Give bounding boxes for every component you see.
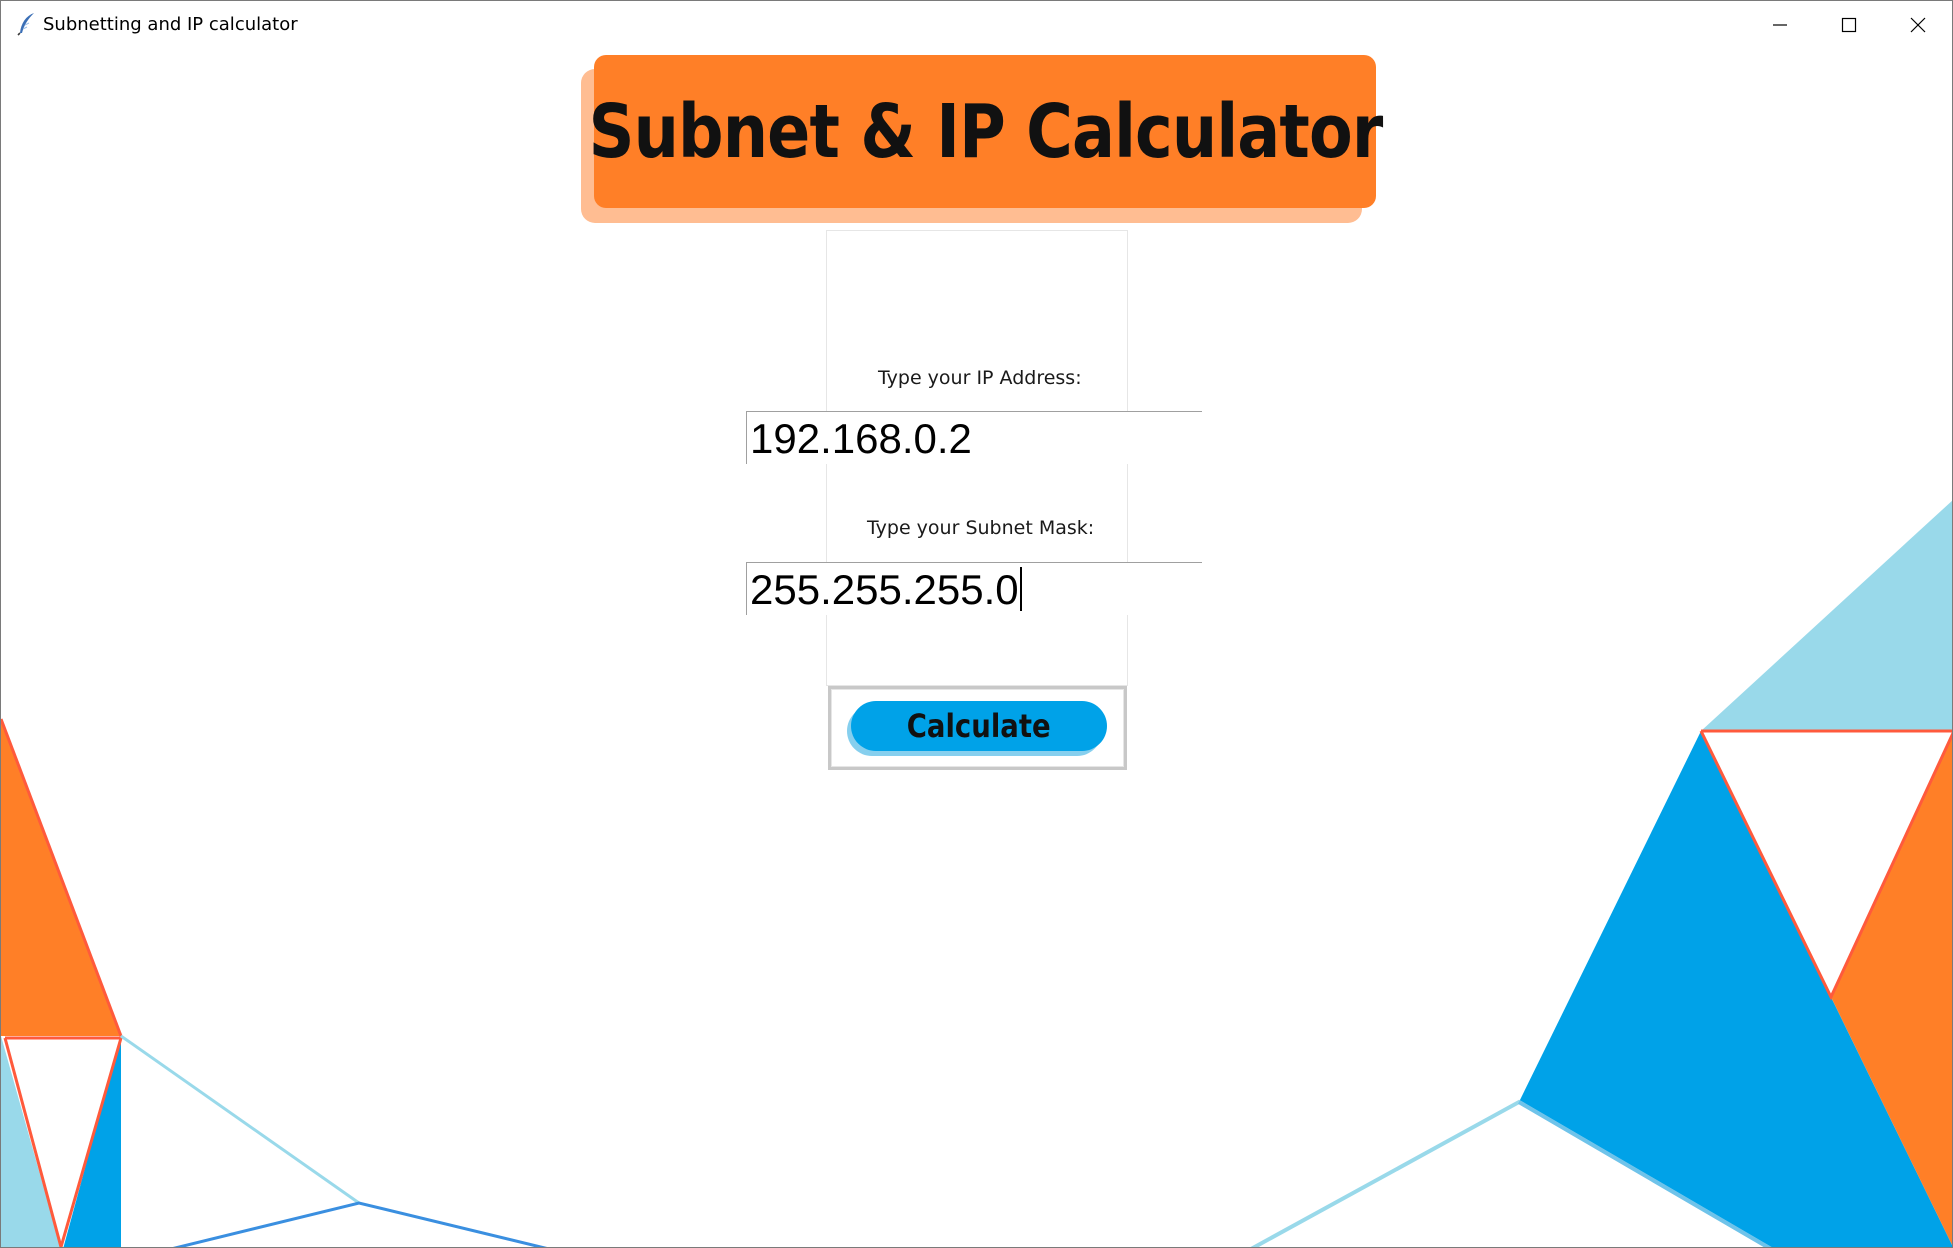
- maximize-button[interactable]: [1814, 1, 1883, 48]
- maximize-icon: [1841, 17, 1856, 32]
- calculate-button[interactable]: Calculate: [851, 701, 1107, 751]
- close-button[interactable]: [1883, 1, 1952, 48]
- title-bar: Subnetting and IP calculator: [1, 1, 1952, 48]
- window-title: Subnetting and IP calculator: [43, 14, 298, 35]
- text-caret: [1019, 567, 1022, 611]
- app-window: Subnetting and IP calculator Subnet & IP…: [0, 0, 1953, 1248]
- ip-address-value: 192.168.0.2: [750, 415, 972, 462]
- minimize-icon: [1772, 23, 1787, 26]
- subnet-mask-label: Type your Subnet Mask:: [867, 517, 1095, 539]
- bg-left-blue-line: [172, 1201, 548, 1247]
- ip-address-input[interactable]: 192.168.0.2: [746, 411, 1202, 464]
- banner-title: Subnet & IP Calculator: [588, 88, 1383, 175]
- feather-icon: [17, 13, 34, 36]
- title-banner: Subnet & IP Calculator: [588, 55, 1383, 208]
- close-icon: [1910, 17, 1925, 32]
- subnet-mask-value: 255.255.255.0: [750, 566, 1019, 613]
- bg-right-lightblue-triangle: [1701, 500, 1952, 731]
- minimize-button[interactable]: [1745, 1, 1814, 48]
- subnet-mask-input[interactable]: 255.255.255.0: [746, 562, 1202, 615]
- ip-address-label: Type your IP Address:: [878, 367, 1082, 389]
- calculate-button-frame: Calculate: [828, 686, 1127, 770]
- calculate-button-label: Calculate: [907, 707, 1051, 745]
- bg-left-lightblue-line: [120, 1034, 360, 1205]
